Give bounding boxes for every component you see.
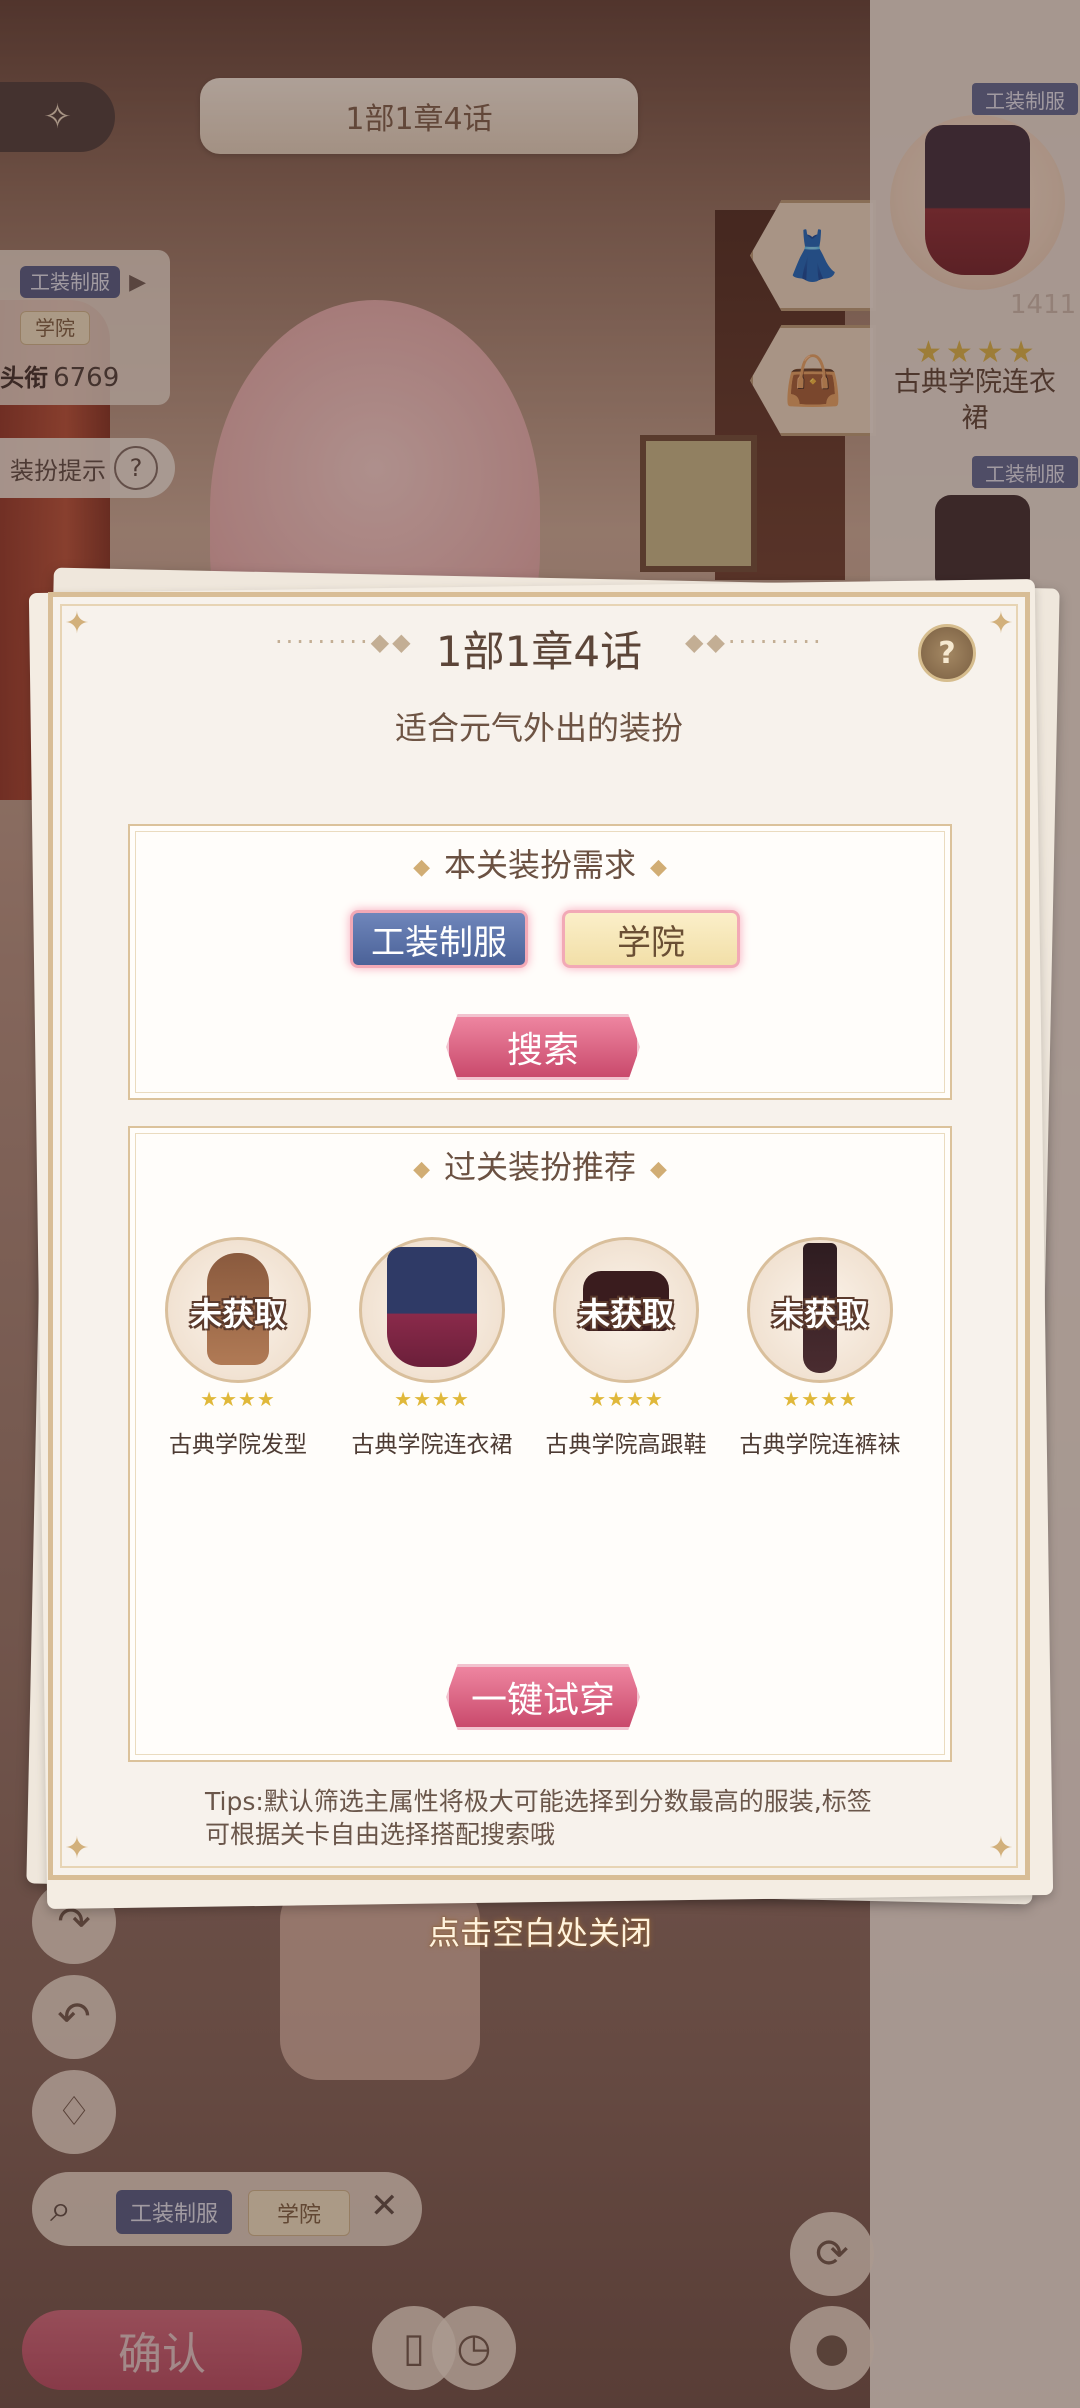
close-hint[interactable]: 点击空白处关闭 bbox=[0, 1908, 1080, 1954]
corner-star-icon: ✦ bbox=[988, 1831, 1014, 1866]
item-name: 古典学院连衣裙 bbox=[351, 1432, 513, 1458]
question-icon: ? bbox=[938, 635, 956, 671]
item-stars: ★★★★ bbox=[200, 1387, 276, 1411]
recommend-heading-text: 过关装扮推荐 bbox=[443, 1148, 636, 1186]
tips-text: Tips:默认筛选主属性将极大可能选择到分数最高的服装,标签可根据关卡自由选择搭… bbox=[205, 1787, 872, 1849]
requirement-tag-uniform[interactable]: 工装制服 bbox=[350, 910, 528, 968]
recommend-item-stockings[interactable]: 未获取 ★★★★ 古典学院连裤袜 bbox=[740, 1237, 901, 1458]
item-stars: ★★★★ bbox=[588, 1387, 664, 1411]
help-button[interactable]: ? bbox=[918, 624, 976, 682]
dress-icon bbox=[387, 1247, 477, 1367]
corner-star-icon: ✦ bbox=[64, 1831, 90, 1866]
unobtained-label: 未获取 bbox=[577, 1295, 674, 1333]
title-ornament-right: ◆◆········· bbox=[685, 628, 824, 656]
item-stars: ★★★★ bbox=[394, 1387, 470, 1411]
diamond-icon: ◆ bbox=[650, 854, 667, 880]
recommend-item-dress[interactable]: ★★★★ 古典学院连衣裙 bbox=[352, 1237, 513, 1458]
diamond-icon: ◆ bbox=[413, 1156, 430, 1182]
requirement-tag-academy[interactable]: 学院 bbox=[562, 910, 740, 968]
item-name: 古典学院高跟鞋 bbox=[545, 1432, 707, 1458]
recommend-item-shoes[interactable]: 未获取 ★★★★ 古典学院高跟鞋 bbox=[546, 1237, 707, 1458]
recommend-item-hair[interactable]: 未获取 ★★★★ 古典学院发型 bbox=[165, 1237, 311, 1458]
modal-subtitle: 适合元气外出的装扮 bbox=[394, 709, 683, 747]
item-stars: ★★★★ bbox=[782, 1387, 858, 1411]
item-name: 古典学院发型 bbox=[169, 1432, 307, 1458]
unobtained-label: 未获取 bbox=[189, 1295, 286, 1333]
modal-title: 1部1章4话 bbox=[435, 627, 643, 676]
diamond-icon: ◆ bbox=[413, 854, 430, 880]
recommend-heading: ◆ 过关装扮推荐 ◆ bbox=[128, 1142, 952, 1188]
requirement-heading: ◆ 本关装扮需求 ◆ bbox=[128, 840, 952, 886]
item-name: 古典学院连裤袜 bbox=[739, 1432, 901, 1458]
unobtained-label: 未获取 bbox=[771, 1295, 868, 1333]
try-on-all-button[interactable]: 一键试穿 bbox=[446, 1664, 640, 1730]
diamond-icon: ◆ bbox=[650, 1156, 667, 1182]
search-button[interactable]: 搜索 bbox=[446, 1014, 640, 1080]
requirement-heading-text: 本关装扮需求 bbox=[443, 846, 636, 884]
